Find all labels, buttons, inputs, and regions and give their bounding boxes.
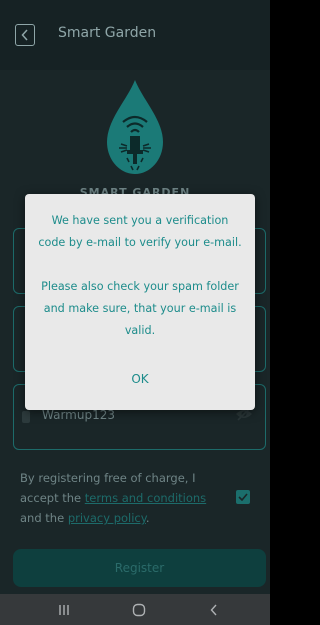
registration-screen: Smart Garden SMART GARDEN Warmup123 By r… xyxy=(0,0,270,625)
terms-link[interactable]: terms and conditions xyxy=(85,491,206,505)
recent-apps-button[interactable] xyxy=(52,600,76,620)
register-button[interactable]: Register xyxy=(13,549,266,587)
lock-icon xyxy=(22,411,30,423)
home-icon xyxy=(132,603,146,617)
privacy-link[interactable]: privacy policy xyxy=(68,511,146,525)
consent-text-part: . xyxy=(145,511,150,525)
system-back-button[interactable] xyxy=(202,600,226,620)
consent-text: By registering free of charge, I accept … xyxy=(20,468,225,528)
back-button[interactable] xyxy=(15,24,35,46)
recents-icon xyxy=(59,605,69,615)
checkmark-icon xyxy=(238,493,248,501)
consent-text-part: and the xyxy=(20,511,68,525)
chevron-left-icon xyxy=(210,604,217,616)
page-title: Smart Garden xyxy=(58,25,157,41)
app-header: Smart Garden xyxy=(0,0,270,70)
home-button[interactable] xyxy=(127,600,151,620)
ok-button[interactable]: OK xyxy=(110,372,170,386)
system-nav-bar xyxy=(0,594,270,625)
verification-dialog: We have sent you a verification code by … xyxy=(25,194,255,410)
chevron-left-icon xyxy=(21,29,28,41)
dialog-message: We have sent you a verification code by … xyxy=(38,214,242,337)
garden-logo-icon xyxy=(107,80,163,174)
consent-checkbox[interactable] xyxy=(236,490,250,504)
password-value: Warmup123 xyxy=(42,408,115,422)
